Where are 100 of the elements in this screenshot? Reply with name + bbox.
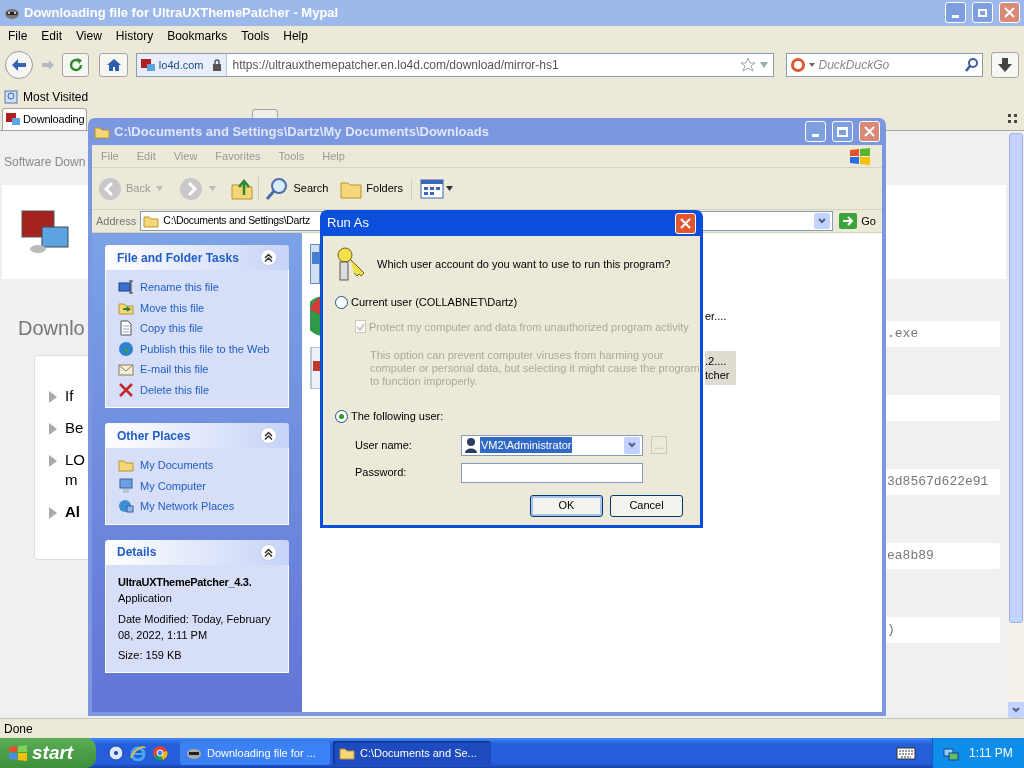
- back-button[interactable]: [5, 50, 33, 79]
- file-type: Application: [118, 591, 173, 606]
- panel-header[interactable]: Details: [105, 539, 289, 565]
- task-link[interactable]: Publish this file to the Web: [140, 340, 270, 357]
- scrollbar[interactable]: [1008, 130, 1024, 719]
- minimize-button[interactable]: [805, 121, 826, 142]
- task-link[interactable]: E-mail this file: [140, 361, 209, 378]
- checkbox-label: Protect my computer and data from unauthorized program activity: [369, 319, 689, 335]
- bullet-text: If: [65, 385, 74, 406]
- computer-icon: [118, 477, 134, 494]
- window-title: Downloading file for UltraUXThemePatcher - Mypal: [24, 4, 339, 23]
- dialog-button[interactable]: OK: [530, 494, 603, 517]
- panel-title: File and Folder Tasks: [117, 249, 239, 267]
- bullet-triangle-icon: [49, 422, 57, 435]
- close-icon: [1004, 7, 1015, 19]
- breadcrumb-text: Software Down: [4, 154, 86, 169]
- tab-list-icon: [1008, 113, 1018, 124]
- username-value: VM2\Administrator: [480, 436, 573, 454]
- dropdown-icon: [209, 186, 217, 191]
- taskbar-button[interactable]: C:\Documents and Se...: [333, 741, 491, 765]
- site-identity-badge[interactable]: lo4d.com: [136, 53, 227, 76]
- checkmark-icon: [356, 322, 365, 331]
- home-button[interactable]: [99, 52, 128, 77]
- site-favicon-icon: [140, 58, 155, 71]
- panel-title: Details: [117, 544, 157, 561]
- field-label: User name:: [355, 437, 413, 453]
- network-icon: [943, 745, 959, 761]
- search-placeholder: DuckDuckGo: [818, 56, 891, 74]
- menu-item[interactable]: Edit: [41, 26, 63, 45]
- search-engine-icon: [789, 56, 816, 73]
- start-button[interactable]: start: [0, 738, 96, 768]
- folder-icon: [339, 746, 355, 760]
- download-button[interactable]: [991, 51, 1019, 78]
- disc-icon: [108, 745, 124, 761]
- bullet-text: Be: [65, 417, 84, 438]
- taskbar-button[interactable]: Downloading file for ...: [180, 741, 330, 765]
- file-item[interactable]: [310, 244, 320, 284]
- menu-item[interactable]: Bookmarks: [167, 26, 228, 45]
- chevron-up-icon: [264, 253, 273, 262]
- code-text: ): [887, 620, 895, 639]
- task-link[interactable]: Move this file: [140, 299, 205, 316]
- password-field[interactable]: [461, 462, 643, 483]
- task-link[interactable]: My Network Places: [140, 498, 235, 515]
- network-icon: [118, 498, 134, 515]
- bullet-triangle-icon: [49, 390, 57, 403]
- collapse-button[interactable]: [260, 427, 277, 444]
- maximize-button[interactable]: [832, 121, 853, 142]
- collapse-button[interactable]: [260, 543, 277, 561]
- file-item-label[interactable]: .2.... tcher: [705, 351, 736, 385]
- folders-button[interactable]: Folders: [340, 178, 412, 199]
- task-link[interactable]: Rename this file: [140, 279, 219, 296]
- menu-item[interactable]: View: [76, 26, 102, 45]
- panel-header[interactable]: Other Places: [105, 423, 289, 448]
- collapse-button[interactable]: [260, 249, 277, 266]
- bookmark-folder-icon: [4, 89, 18, 104]
- address-dropdown-button[interactable]: [814, 213, 831, 229]
- views-button[interactable]: [420, 178, 453, 199]
- bookmark-item[interactable]: Most Visited: [23, 87, 89, 106]
- close-icon: [680, 217, 691, 229]
- bullet-triangle-icon: [49, 454, 57, 467]
- note-text: This option can prevent computer viruses from harming your computer or personal data, but selecting it might cause the program to function improperly.: [370, 349, 700, 388]
- url-bar[interactable]: lo4d.com https://ultrauxthemepatcher.en.lo4d.com/download/mirror-hs1: [135, 52, 774, 77]
- home-icon: [105, 57, 122, 72]
- search-field[interactable]: DuckDuckGo: [785, 52, 984, 77]
- e-logo-icon: [130, 745, 146, 761]
- search-icon: [965, 57, 980, 72]
- windows-flag-icon: [849, 147, 871, 165]
- site-name: lo4d.com: [158, 57, 205, 73]
- code-text: 3d8567d622e91: [887, 472, 989, 491]
- task-link[interactable]: My Documents: [140, 457, 214, 474]
- search-button[interactable]: Search: [265, 176, 329, 201]
- panel-header[interactable]: File and Folder Tasks: [105, 245, 289, 270]
- minimize-button[interactable]: [945, 2, 966, 24]
- radio-button[interactable]: [335, 409, 348, 423]
- status-text: Done: [4, 720, 33, 738]
- menu-item[interactable]: History: [115, 26, 154, 45]
- username-combo[interactable]: VM2\Administrator: [461, 434, 643, 456]
- browser-tab[interactable]: Downloading: [2, 107, 87, 130]
- dropdown-button[interactable]: [624, 436, 640, 454]
- up-folder-button[interactable]: [230, 176, 260, 201]
- page-heading: Downlo: [18, 316, 85, 339]
- task-link[interactable]: My Computer: [140, 477, 207, 494]
- clock: 1:11 PM: [969, 745, 1013, 762]
- task-link[interactable]: Copy this file: [140, 320, 203, 337]
- user-icon: [464, 437, 478, 453]
- menu-item[interactable]: Help: [283, 26, 308, 45]
- go-button[interactable]: Go: [837, 212, 878, 230]
- menu-item[interactable]: Tools: [241, 26, 270, 45]
- reload-button[interactable]: [62, 52, 90, 77]
- menu-item[interactable]: File: [8, 26, 28, 45]
- address-label: Address: [96, 213, 137, 229]
- scrollbar-thumb[interactable]: [1009, 132, 1023, 623]
- close-button[interactable]: [675, 212, 696, 234]
- radio-button[interactable]: [335, 295, 348, 309]
- task-link[interactable]: Delete this file: [140, 381, 210, 398]
- dialog-button[interactable]: Cancel: [610, 494, 683, 517]
- restore-button[interactable]: [972, 2, 993, 24]
- scroll-down-button[interactable]: [1008, 702, 1024, 719]
- bullet-text: m: [65, 469, 79, 490]
- reload-icon: [68, 57, 83, 72]
